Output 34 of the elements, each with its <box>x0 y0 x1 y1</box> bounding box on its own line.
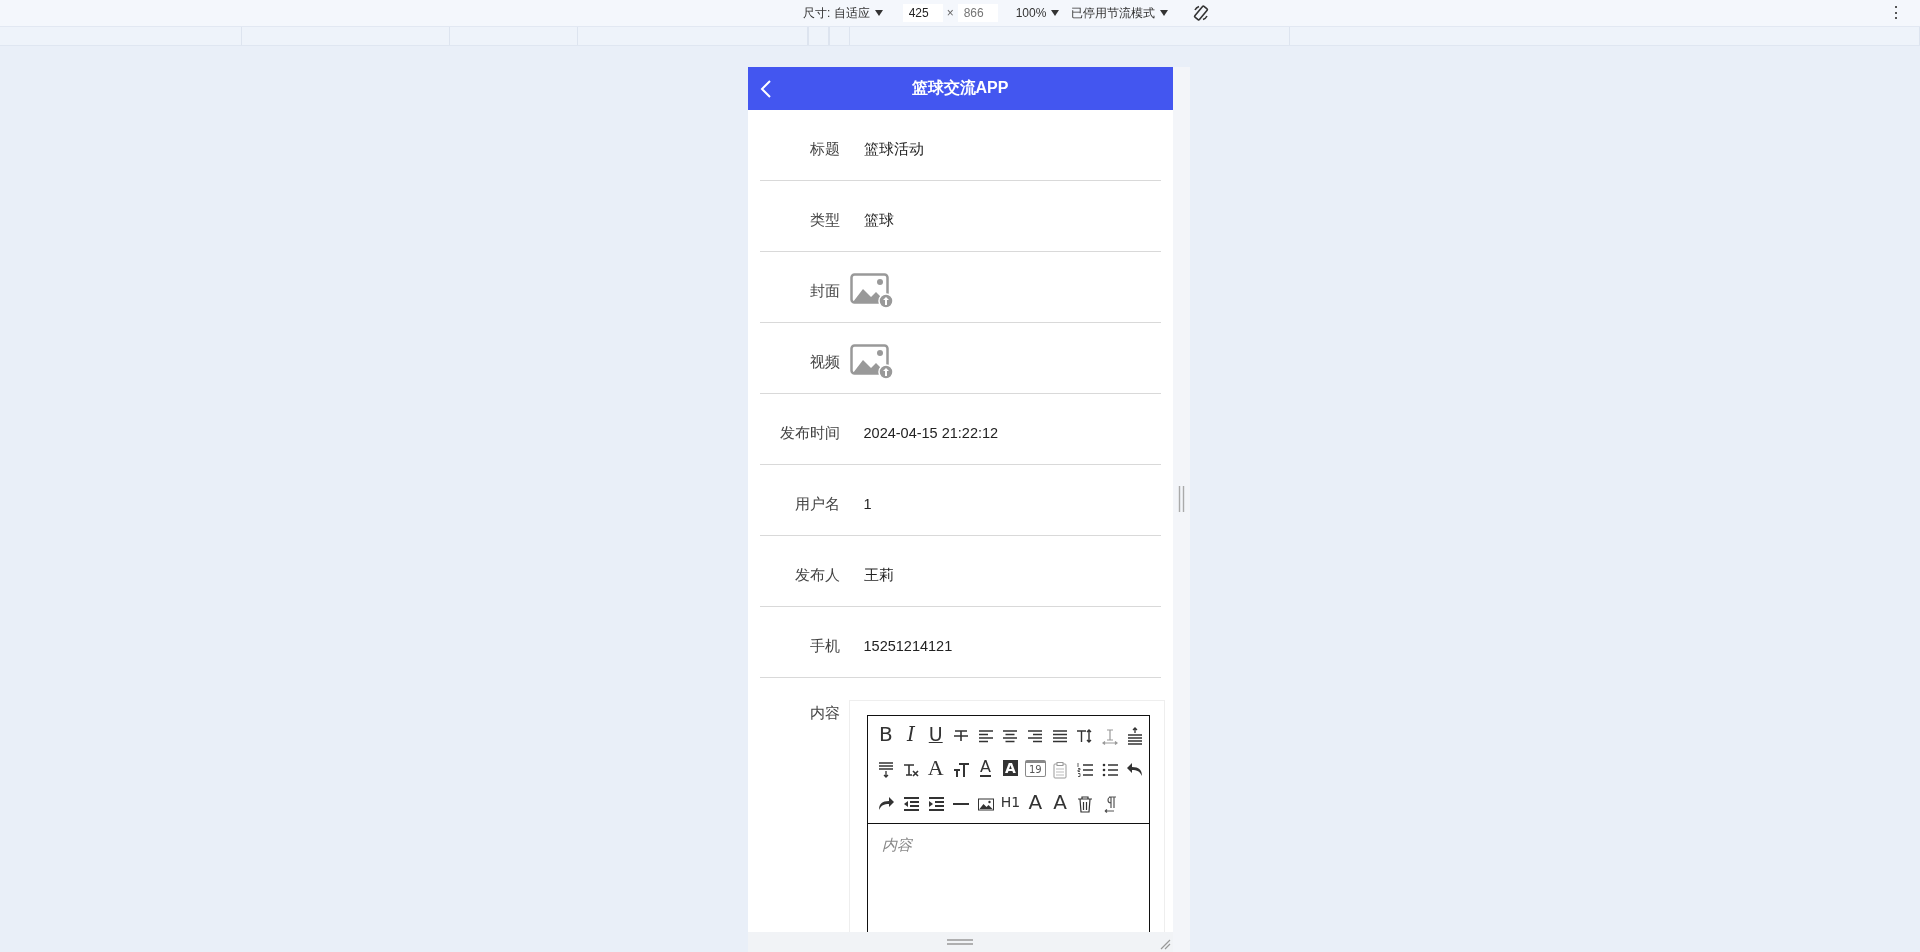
field-label: 内容 <box>808 704 840 723</box>
field-label: 视频 <box>808 352 840 372</box>
superscript-button[interactable]: A <box>1047 791 1073 813</box>
throttling-dropdown[interactable]: 已停用节流模式 <box>1071 4 1169 22</box>
field-value: 篮球 <box>863 210 894 230</box>
field-value: 王莉 <box>863 565 894 585</box>
field-label: 标题 <box>808 139 840 159</box>
times-sign: × <box>946 6 954 20</box>
field-value: 15251214121 <box>863 637 953 654</box>
dimensions-dropdown[interactable]: 尺寸: 自适应 <box>803 4 883 22</box>
bold-button[interactable]: B <box>873 723 899 745</box>
field-label: 发布人 <box>793 565 840 585</box>
field-label: 手机 <box>808 636 840 656</box>
field-label: 发布时间 <box>778 423 840 443</box>
subscript-button[interactable]: A <box>1022 791 1048 813</box>
background-color-button[interactable]: A <box>997 757 1023 779</box>
field-label: 用户名 <box>793 494 840 514</box>
heading-button[interactable]: H1 <box>997 791 1023 813</box>
more-menu-button[interactable]: ⋮ <box>1888 3 1904 22</box>
field-label: 封面 <box>808 281 840 301</box>
font-family-button[interactable]: A <box>923 757 949 779</box>
underline-button[interactable]: U <box>923 723 949 745</box>
field-value: 2024-04-15 21:22:12 <box>863 424 999 441</box>
app-title: 篮球交流APP <box>911 78 1009 98</box>
content-editor-field[interactable]: 内容 <box>867 824 1150 932</box>
font-color-button[interactable]: A <box>973 757 998 779</box>
zoom-dropdown[interactable]: 100% <box>1015 6 1060 20</box>
width-input[interactable]: 425 <box>902 4 943 22</box>
field-value: 篮球活动 <box>863 139 924 159</box>
height-input[interactable]: 866 <box>957 4 998 22</box>
field-label: 类型 <box>808 210 840 230</box>
field-value: 1 <box>863 495 872 512</box>
italic-button[interactable]: I <box>898 723 924 745</box>
date-button[interactable]: 19 <box>1022 757 1048 779</box>
